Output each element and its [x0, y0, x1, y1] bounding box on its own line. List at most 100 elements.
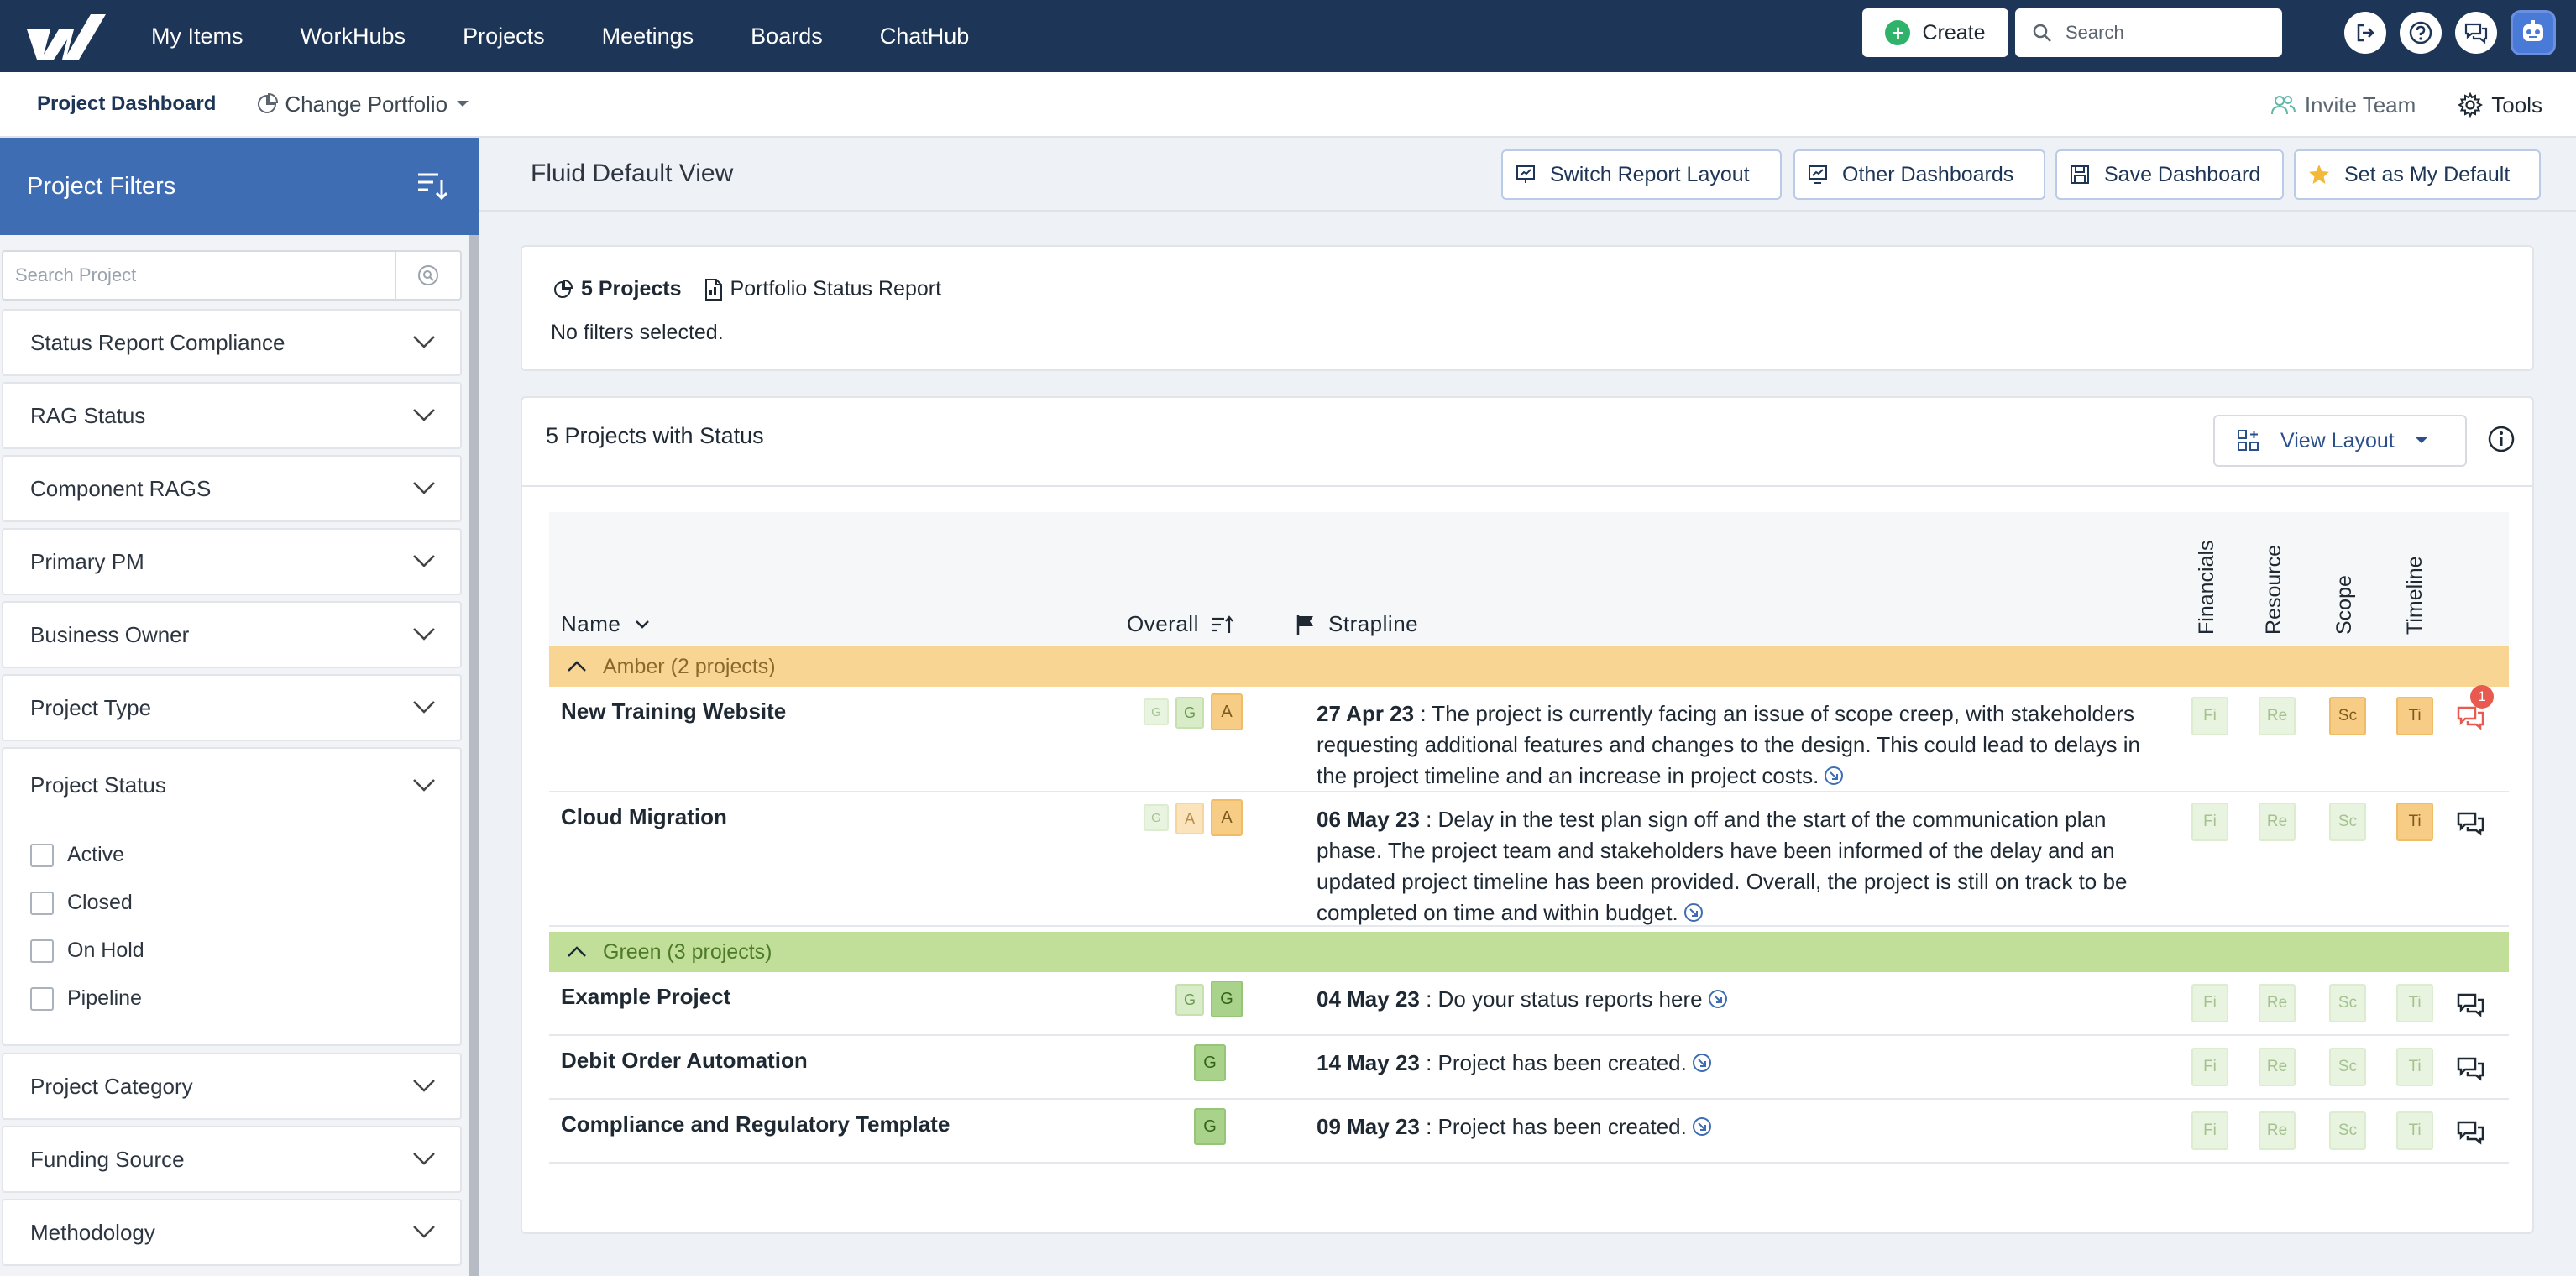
project-count: 5 Projects: [581, 277, 682, 301]
nav-projects[interactable]: Projects: [463, 24, 545, 50]
strapline-text: 06 May 23 : Delay in the test plan sign …: [1317, 804, 2171, 928]
set-as-default-button[interactable]: Set as My Default: [2294, 149, 2541, 200]
column-strapline-header[interactable]: Strapline: [1295, 611, 1418, 637]
dashboard-icon: [1809, 165, 1827, 184]
filter-label[interactable]: Project Status: [30, 772, 166, 798]
help-icon[interactable]: [2400, 12, 2442, 54]
status-option-active[interactable]: Active: [30, 843, 124, 867]
comments-icon[interactable]: [2457, 992, 2485, 1017]
save-dashboard-button[interactable]: Save Dashboard: [2055, 149, 2284, 200]
status-option-closed[interactable]: Closed: [30, 891, 133, 915]
nav-chathub[interactable]: ChatHub: [880, 24, 970, 50]
filter-project-type[interactable]: Project Type: [2, 674, 462, 741]
other-dashboards-button[interactable]: Other Dashboards: [1793, 149, 2045, 200]
info-icon[interactable]: [2487, 425, 2516, 453]
subnav-right: Invite Team Tools: [2270, 72, 2542, 138]
filter-label: Methodology: [30, 1219, 155, 1245]
tools-button[interactable]: Tools: [2458, 92, 2542, 118]
presentation-icon: [1516, 165, 1535, 183]
filter-rag-status[interactable]: RAG Status: [2, 382, 462, 449]
project-name-link[interactable]: New Training Website: [561, 698, 786, 724]
column-resource-header[interactable]: Resource: [2262, 545, 2286, 635]
group-header-amber[interactable]: Amber (2 projects): [549, 646, 2509, 687]
option-label: Closed: [67, 891, 133, 914]
strapline-date: 09 May 23: [1317, 1114, 1420, 1139]
filter-funding-source[interactable]: Funding Source: [2, 1126, 462, 1193]
filter-component-rags[interactable]: Component RAGS: [2, 455, 462, 522]
logout-icon[interactable]: [2344, 12, 2386, 54]
arrow-circle-icon[interactable]: [1692, 1116, 1712, 1137]
nav-meetings[interactable]: Meetings: [602, 24, 694, 50]
rag-resource-badge: Re: [2259, 697, 2296, 735]
filter-business-owner[interactable]: Business Owner: [2, 601, 462, 668]
tab-project-dashboard[interactable]: Project Dashboard: [37, 92, 216, 116]
chat-icon[interactable]: [2455, 12, 2497, 54]
nav-boards[interactable]: Boards: [751, 24, 823, 50]
sidebar-scrollbar[interactable]: [469, 235, 479, 1276]
search-project-input[interactable]: [3, 252, 395, 299]
comments-icon[interactable]: [2457, 1120, 2485, 1145]
nav-right-tools: + Create Search: [1862, 8, 2556, 58]
change-portfolio-dropdown[interactable]: Change Portfolio: [256, 92, 476, 118]
filter-primary-pm[interactable]: Primary PM: [2, 528, 462, 595]
invite-team-button[interactable]: Invite Team: [2270, 92, 2416, 118]
filter-project-category[interactable]: Project Category: [2, 1053, 462, 1120]
view-layout-dropdown[interactable]: View Layout: [2213, 415, 2467, 467]
checkbox[interactable]: [30, 843, 54, 867]
rag-current-badge: G: [1211, 981, 1243, 1017]
project-name-link[interactable]: Compliance and Regulatory Template: [561, 1111, 950, 1137]
column-timeline-header[interactable]: Timeline: [2403, 556, 2427, 635]
filter-methodology[interactable]: Methodology: [2, 1199, 462, 1266]
switch-report-layout-button[interactable]: Switch Report Layout: [1501, 149, 1782, 200]
table-row[interactable]: Compliance and Regulatory Template G 09 …: [549, 1100, 2509, 1164]
checkbox[interactable]: [30, 891, 54, 915]
nav-my-items[interactable]: My Items: [151, 24, 243, 50]
global-search-input[interactable]: Search: [2015, 8, 2282, 57]
arrow-circle-icon[interactable]: [1683, 902, 1704, 923]
group-header-green[interactable]: Green (3 projects): [549, 932, 2509, 972]
project-name-link[interactable]: Example Project: [561, 984, 730, 1010]
status-option-on-hold[interactable]: On Hold: [30, 939, 144, 963]
rag-timeline-badge: Ti: [2396, 697, 2433, 735]
rag-resource-badge: Re: [2259, 1111, 2296, 1150]
rag-financials-badge: Fi: [2191, 1111, 2228, 1150]
table-row[interactable]: Cloud Migration G A A 06 May 23 : Delay …: [549, 792, 2509, 927]
arrow-circle-icon[interactable]: [1708, 989, 1728, 1009]
arrow-circle-icon[interactable]: [1692, 1053, 1712, 1073]
comments-icon[interactable]: [2457, 811, 2485, 836]
column-financials-header[interactable]: Financials: [2195, 540, 2219, 635]
change-portfolio-label: Change Portfolio: [285, 91, 448, 117]
chevron-down-icon: [413, 1153, 435, 1165]
search-project-button[interactable]: [395, 252, 460, 299]
app-logo[interactable]: [25, 11, 109, 61]
portfolio-status-report-link[interactable]: Portfolio Status Report: [730, 277, 942, 301]
column-scope-header[interactable]: Scope: [2333, 575, 2357, 635]
option-label: Pipeline: [67, 986, 142, 1010]
sort-list-icon[interactable]: [416, 171, 447, 200]
column-overall-header[interactable]: Overall: [1127, 611, 1234, 637]
column-name-header[interactable]: Name: [561, 611, 651, 637]
filter-label: Project Type: [30, 694, 152, 720]
nav-workhubs[interactable]: WorkHubs: [301, 24, 406, 50]
table-row[interactable]: Example Project G G 04 May 23 : Do your …: [549, 972, 2509, 1036]
user-avatar[interactable]: [2511, 10, 2556, 55]
status-option-pipeline[interactable]: Pipeline: [30, 986, 142, 1011]
arrow-circle-icon[interactable]: [1824, 766, 1844, 786]
rag-scope-badge: Sc: [2329, 984, 2366, 1022]
project-name-link[interactable]: Debit Order Automation: [561, 1048, 808, 1074]
strapline-text: 09 May 23 : Project has been created.: [1317, 1111, 2171, 1143]
checkbox[interactable]: [30, 939, 54, 963]
button-label: Save Dashboard: [2104, 162, 2261, 186]
chevron-down-icon[interactable]: [411, 777, 437, 792]
comments-icon[interactable]: [2457, 705, 2485, 730]
table-row[interactable]: Debit Order Automation G 14 May 23 : Pro…: [549, 1036, 2509, 1100]
filter-status-report-compliance[interactable]: Status Report Compliance: [2, 309, 462, 376]
top-navigation: My Items WorkHubs Projects Meetings Boar…: [0, 0, 2576, 72]
table-row[interactable]: New Training Website G G A 27 Apr 23 : T…: [549, 685, 2509, 792]
chevron-down-icon: [413, 701, 435, 714]
project-name-link[interactable]: Cloud Migration: [561, 804, 727, 830]
checkbox[interactable]: [30, 986, 54, 1011]
create-button[interactable]: + Create: [1862, 8, 2008, 57]
sub-navigation: Project Dashboard Change Portfolio Invit…: [0, 72, 2576, 138]
comments-icon[interactable]: [2457, 1056, 2485, 1081]
